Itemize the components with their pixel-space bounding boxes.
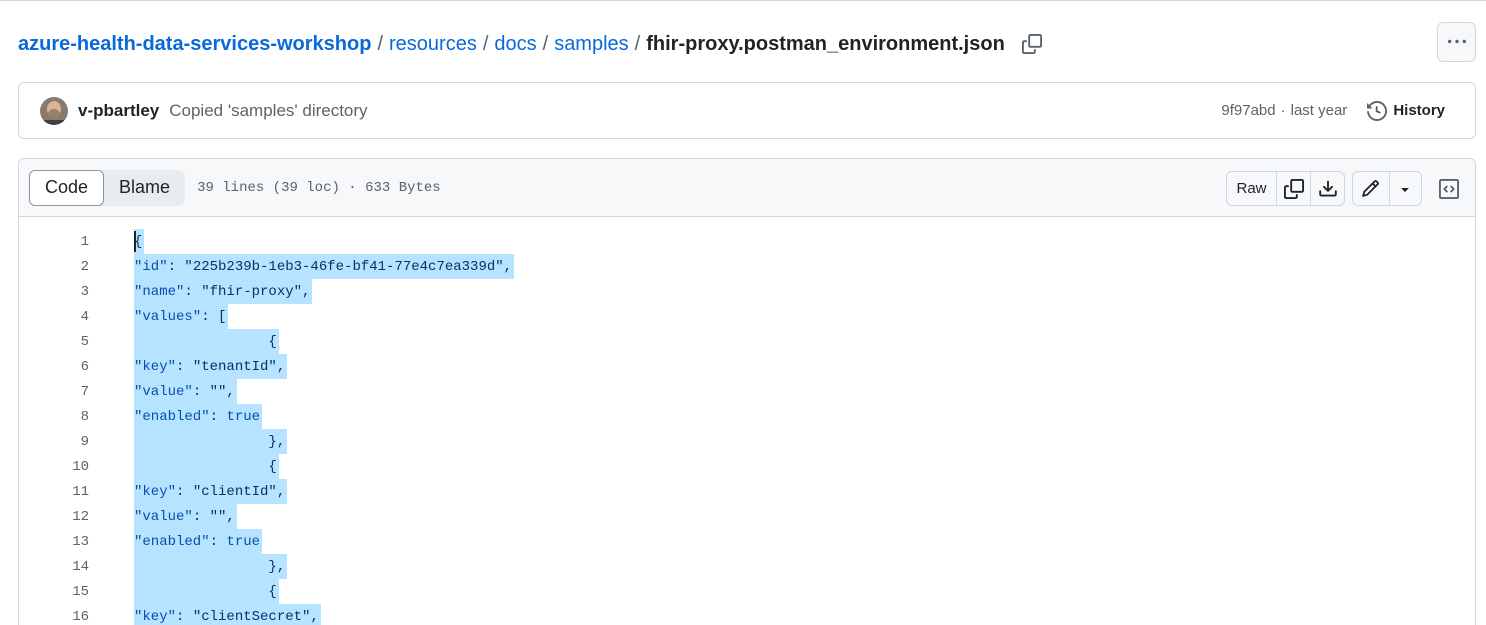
line-number[interactable]: 7	[19, 384, 89, 400]
text-cursor	[134, 231, 136, 252]
copy-raw-button[interactable]	[1276, 172, 1310, 205]
code-line: 11 "key": "clientId",	[19, 479, 1475, 504]
breadcrumb-resources-link[interactable]: resources	[389, 33, 477, 56]
code-line: 5 {	[19, 329, 1475, 354]
download-raw-button[interactable]	[1310, 172, 1344, 205]
line-number[interactable]: 1	[19, 234, 89, 250]
line-content: },	[134, 554, 288, 579]
commit-message-link[interactable]: Copied 'samples' directory	[169, 101, 367, 121]
tab-blame[interactable]: Blame	[104, 170, 185, 206]
breadcrumb-separator: /	[482, 32, 489, 55]
line-number[interactable]: 3	[19, 284, 89, 300]
code-line: 7 "value": "",	[19, 379, 1475, 404]
raw-actions-group: Raw	[1226, 171, 1345, 206]
breadcrumb-samples-link[interactable]: samples	[554, 33, 628, 56]
code-line: 14 },	[19, 554, 1475, 579]
line-content: {	[134, 454, 279, 479]
line-number[interactable]: 16	[19, 609, 89, 625]
line-number[interactable]: 4	[19, 309, 89, 325]
copy-icon	[1283, 178, 1304, 199]
line-content: "key": "clientId",	[134, 479, 288, 504]
breadcrumb: azure-health-data-services-workshop / re…	[18, 30, 1043, 58]
line-number[interactable]: 15	[19, 584, 89, 600]
line-number[interactable]: 10	[19, 459, 89, 475]
code-view[interactable]: 1{2 "id": "225b239b-1eb3-46fe-bf41-77e4c…	[19, 217, 1475, 625]
line-content: "id": "225b239b-1eb3-46fe-bf41-77e4c7ea3…	[134, 254, 515, 279]
history-icon	[1367, 100, 1388, 121]
line-number[interactable]: 14	[19, 559, 89, 575]
commit-author-link[interactable]: v-pbartley	[78, 101, 159, 121]
file-name: fhir-proxy.postman_environment.json	[646, 32, 1005, 55]
breadcrumb-separator: /	[377, 32, 383, 55]
latest-commit-bar: v-pbartley Copied 'samples' directory 9f…	[18, 82, 1476, 139]
code-line: 15 {	[19, 579, 1475, 604]
commit-meta: 9f97abd · last year History	[1221, 100, 1455, 121]
line-content: "name": "fhir-proxy",	[134, 279, 313, 304]
line-number[interactable]: 5	[19, 334, 89, 350]
commit-sha-link[interactable]: 9f97abd	[1221, 102, 1275, 119]
avatar[interactable]	[40, 96, 68, 125]
line-content: "value": "",	[134, 379, 237, 404]
breadcrumb-separator: /	[634, 32, 641, 55]
edit-file-button[interactable]	[1353, 172, 1389, 205]
line-content: "values": [	[134, 304, 229, 329]
breadcrumb-separator: /	[542, 32, 549, 55]
file-info: 39 lines (39 loc) · 633 Bytes	[197, 179, 441, 196]
history-button[interactable]: History	[1367, 100, 1445, 121]
code-line: 10 {	[19, 454, 1475, 479]
file-viewer: Code Blame 39 lines (39 loc) · 633 Bytes…	[18, 158, 1476, 625]
top-divider	[0, 0, 1486, 1]
line-content: "key": "tenantId",	[134, 354, 288, 379]
line-number[interactable]: 12	[19, 509, 89, 525]
line-content: "value": "",	[134, 504, 237, 529]
download-icon	[1318, 180, 1337, 196]
code-square-icon	[1439, 179, 1459, 199]
copy-icon	[1021, 34, 1042, 54]
line-content: "enabled": true	[134, 404, 263, 429]
view-switcher: Code Blame	[29, 169, 186, 206]
line-number[interactable]: 11	[19, 484, 89, 500]
code-line: 1{	[19, 229, 1475, 254]
raw-button[interactable]: Raw	[1227, 172, 1276, 205]
edit-actions-group	[1352, 171, 1422, 206]
meta-dot: ·	[1280, 102, 1286, 119]
kebab-horizontal-icon	[1447, 39, 1466, 44]
history-label: History	[1393, 102, 1445, 119]
edit-dropdown-button[interactable]	[1388, 172, 1421, 205]
line-content: "enabled": true	[134, 529, 263, 554]
breadcrumb-docs-link[interactable]: docs	[494, 33, 536, 56]
line-number[interactable]: 6	[19, 359, 89, 375]
line-number[interactable]: 8	[19, 409, 89, 425]
code-line: 9 },	[19, 429, 1475, 454]
line-content: {	[134, 329, 279, 354]
triangle-down-icon	[1401, 187, 1410, 192]
line-content: "key": "clientSecret",	[134, 604, 321, 625]
line-content: {	[134, 579, 279, 604]
code-line: 12 "value": "",	[19, 504, 1475, 529]
line-number[interactable]: 2	[19, 259, 89, 275]
breadcrumb-repo-link[interactable]: azure-health-data-services-workshop	[18, 33, 371, 56]
code-line: 6 "key": "tenantId",	[19, 354, 1475, 379]
line-number[interactable]: 13	[19, 534, 89, 550]
commit-time: last year	[1290, 102, 1348, 119]
code-line: 2 "id": "225b239b-1eb3-46fe-bf41-77e4c7e…	[19, 254, 1475, 279]
file-header: Code Blame 39 lines (39 loc) · 633 Bytes…	[19, 159, 1475, 217]
code-line: 4 "values": [	[19, 304, 1475, 329]
copy-path-button[interactable]	[1021, 33, 1043, 55]
code-line: 16 "key": "clientSecret",	[19, 604, 1475, 625]
line-number[interactable]: 9	[19, 434, 89, 450]
code-line: 13 "enabled": true	[19, 529, 1475, 554]
code-line: 3 "name": "fhir-proxy",	[19, 279, 1475, 304]
more-options-button[interactable]	[1437, 22, 1476, 62]
code-line: 8 "enabled": true	[19, 404, 1475, 429]
tab-code[interactable]: Code	[29, 169, 105, 206]
symbols-panel-button[interactable]	[1436, 176, 1462, 202]
pencil-icon	[1362, 180, 1380, 197]
line-content: },	[134, 429, 288, 454]
